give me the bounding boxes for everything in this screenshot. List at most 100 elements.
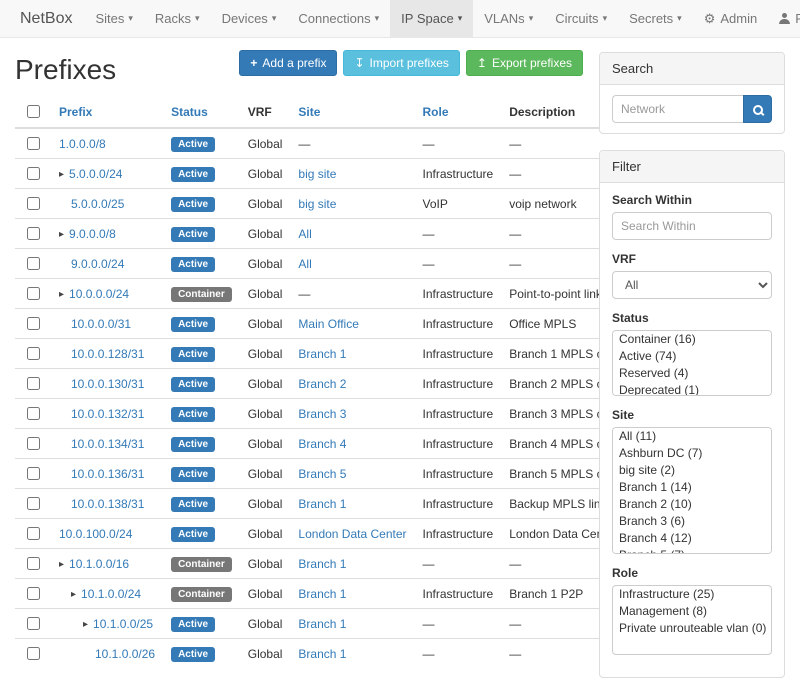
row-checkbox[interactable] <box>27 437 40 450</box>
search-button[interactable] <box>743 95 772 123</box>
row-checkbox[interactable] <box>27 467 40 480</box>
nav-item-devices[interactable]: Devices <box>211 0 288 37</box>
search-within-input[interactable] <box>612 212 772 240</box>
site-link[interactable]: Branch 1 <box>298 347 346 361</box>
prefix-link[interactable]: 10.0.0.136/31 <box>71 467 144 481</box>
row-checkbox[interactable] <box>27 587 40 600</box>
row-checkbox[interactable] <box>27 647 40 660</box>
prefix-link[interactable]: 10.0.0.0/31 <box>71 317 131 331</box>
site-link[interactable]: Branch 1 <box>298 497 346 511</box>
listbox-option[interactable]: Branch 1 (14) <box>613 479 771 496</box>
column-header[interactable]: Prefix <box>51 96 163 128</box>
status-badge: Active <box>171 407 215 422</box>
site-link[interactable]: Branch 3 <box>298 407 346 421</box>
search-input[interactable] <box>612 95 743 123</box>
row-checkbox[interactable] <box>27 497 40 510</box>
site-link[interactable]: big site <box>298 197 336 211</box>
row-checkbox[interactable] <box>27 137 40 150</box>
row-checkbox[interactable] <box>27 197 40 210</box>
prefix-link[interactable]: 5.0.0.0/24 <box>69 167 122 181</box>
listbox-option[interactable]: Active (74) <box>613 348 771 365</box>
site-link[interactable]: Branch 2 <box>298 377 346 391</box>
row-checkbox[interactable] <box>27 347 40 360</box>
site-link[interactable]: Branch 1 <box>298 557 346 571</box>
prefix-link[interactable]: 10.0.0.132/31 <box>71 407 144 421</box>
netbox-logo[interactable]: NetBox <box>8 0 84 37</box>
site-link[interactable]: London Data Center <box>298 527 406 541</box>
select-all-checkbox[interactable] <box>27 105 40 118</box>
row-checkbox[interactable] <box>27 167 40 180</box>
listbox-option[interactable]: Infrastructure (25) <box>613 586 771 603</box>
row-checkbox[interactable] <box>27 227 40 240</box>
site-link[interactable]: Branch 4 <box>298 437 346 451</box>
listbox-option[interactable]: Branch 4 (12) <box>613 530 771 547</box>
column-header[interactable]: Site <box>290 96 414 128</box>
listbox-option[interactable]: All (11) <box>613 428 771 445</box>
nav-item-connections[interactable]: Connections <box>287 0 390 37</box>
listbox-option[interactable]: Ashburn DC (7) <box>613 445 771 462</box>
prefix-link[interactable]: 10.0.100.0/24 <box>59 527 132 541</box>
prefix-link[interactable]: 10.1.0.0/24 <box>81 587 141 601</box>
role-value: Infrastructure <box>415 159 502 189</box>
row-checkbox[interactable] <box>27 617 40 630</box>
prefix-link[interactable]: 5.0.0.0/25 <box>71 197 124 211</box>
site-link: — <box>298 137 310 151</box>
listbox-option[interactable]: Branch 5 (7) <box>613 547 771 554</box>
prefix-link[interactable]: 1.0.0.0/8 <box>59 137 106 151</box>
listbox-option[interactable]: Deprecated (1) <box>613 382 771 396</box>
nav-item-circuits[interactable]: Circuits <box>544 0 618 37</box>
prefix-link[interactable]: 10.0.0.128/31 <box>71 347 144 361</box>
prefix-link[interactable]: 10.0.0.138/31 <box>71 497 144 511</box>
prefix-link[interactable]: 10.0.0.134/31 <box>71 437 144 451</box>
site-link[interactable]: Branch 5 <box>298 467 346 481</box>
column-header[interactable]: Role <box>415 96 502 128</box>
filter-listbox-status[interactable]: Container (16)Active (74)Reserved (4)Dep… <box>612 330 772 396</box>
row-checkbox[interactable] <box>27 407 40 420</box>
filter-panel: Filter Search Within VRF All Status <box>599 150 785 678</box>
add-prefix-button[interactable]: Add a prefix <box>239 50 337 76</box>
listbox-option[interactable]: Branch 2 (10) <box>613 496 771 513</box>
site-link[interactable]: Main Office <box>298 317 358 331</box>
vrf-value: Global <box>240 309 291 339</box>
column-header[interactable]: Status <box>163 96 240 128</box>
listbox-option[interactable]: Private unrouteable vlan (0) <box>613 620 771 637</box>
listbox-option[interactable]: big site (2) <box>613 462 771 479</box>
import-prefixes-button[interactable]: Import prefixes <box>343 50 459 76</box>
prefix-link[interactable]: 9.0.0.0/8 <box>69 227 116 241</box>
prefix-link[interactable]: 10.1.0.0/26 <box>95 647 155 661</box>
nav-item-racks[interactable]: Racks <box>144 0 211 37</box>
nav-item-ip-space[interactable]: IP Space <box>390 0 473 37</box>
prefix-link[interactable]: 10.0.0.0/24 <box>69 287 129 301</box>
prefix-link[interactable]: 10.1.0.0/16 <box>69 557 129 571</box>
site-link[interactable]: Branch 1 <box>298 617 346 631</box>
export-prefixes-button[interactable]: Export prefixes <box>466 50 583 76</box>
nav-item-vlans[interactable]: VLANs <box>473 0 544 37</box>
listbox-option[interactable]: Branch 3 (6) <box>613 513 771 530</box>
site-link[interactable]: All <box>298 257 311 271</box>
prefix-link[interactable]: 10.1.0.0/25 <box>93 617 153 631</box>
row-checkbox[interactable] <box>27 257 40 270</box>
vrf-select[interactable]: All <box>612 271 772 299</box>
prefix-link[interactable]: 9.0.0.0/24 <box>71 257 124 271</box>
row-checkbox[interactable] <box>27 287 40 300</box>
listbox-option[interactable]: Management (8) <box>613 603 771 620</box>
search-panel-title: Search <box>600 53 784 85</box>
row-checkbox[interactable] <box>27 377 40 390</box>
site-link[interactable]: Branch 1 <box>298 587 346 601</box>
nav-item-admin[interactable]: Admin <box>693 0 769 37</box>
nav-item-sites[interactable]: Sites <box>84 0 143 37</box>
status-badge: Active <box>171 227 215 242</box>
site-link[interactable]: Branch 1 <box>298 647 346 661</box>
listbox-option[interactable]: Container (16) <box>613 331 771 348</box>
site-link[interactable]: big site <box>298 167 336 181</box>
prefix-link[interactable]: 10.0.0.130/31 <box>71 377 144 391</box>
row-checkbox[interactable] <box>27 317 40 330</box>
nav-item-profile[interactable]: Profile <box>768 0 800 37</box>
site-link[interactable]: All <box>298 227 311 241</box>
filter-listbox-role[interactable]: Infrastructure (25)Management (8)Private… <box>612 585 772 655</box>
row-checkbox[interactable] <box>27 527 40 540</box>
filter-listbox-site[interactable]: All (11)Ashburn DC (7)big site (2)Branch… <box>612 427 772 554</box>
row-checkbox[interactable] <box>27 557 40 570</box>
nav-item-secrets[interactable]: Secrets <box>618 0 693 37</box>
listbox-option[interactable]: Reserved (4) <box>613 365 771 382</box>
